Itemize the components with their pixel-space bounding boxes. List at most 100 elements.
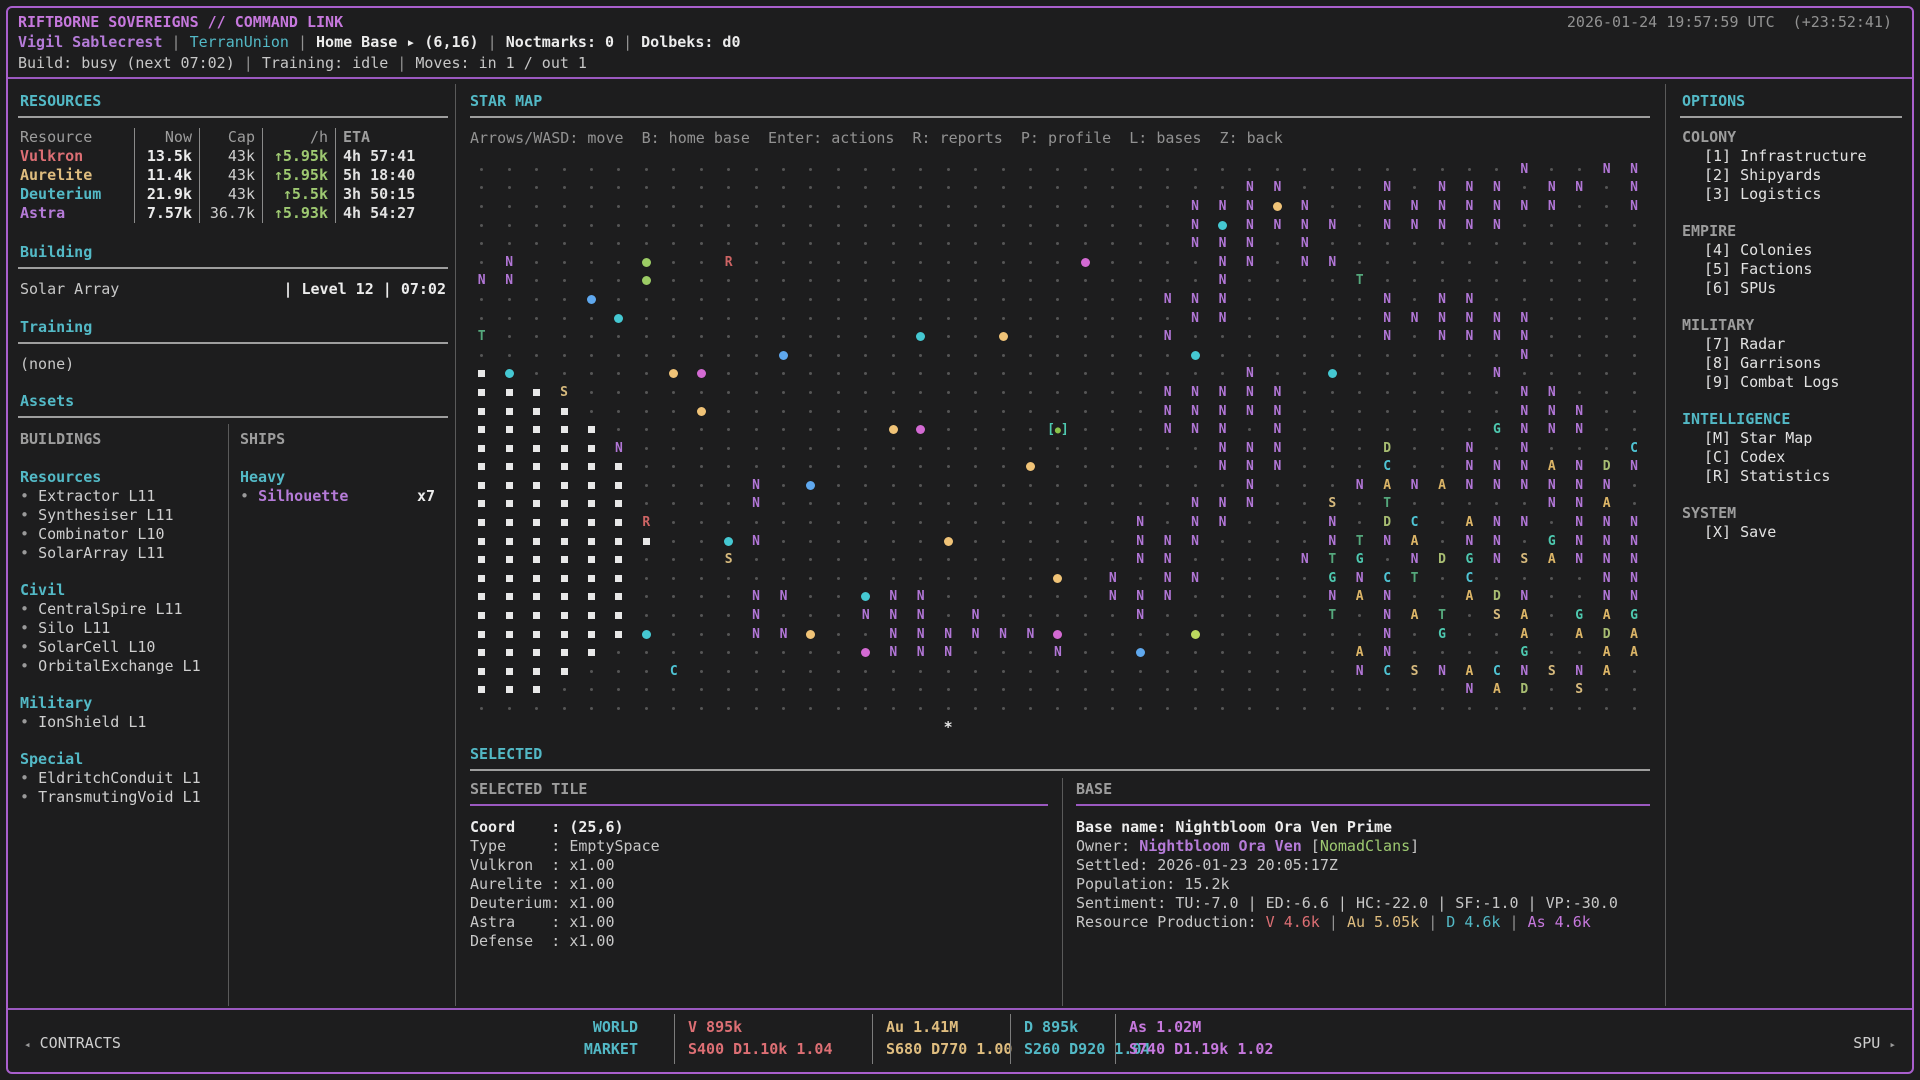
map-cell[interactable] bbox=[962, 439, 989, 458]
map-cell[interactable] bbox=[715, 699, 742, 718]
map-cell[interactable] bbox=[1127, 681, 1154, 700]
map-cell[interactable] bbox=[797, 681, 824, 700]
map-cell[interactable] bbox=[770, 662, 797, 681]
map-base-marker[interactable]: N bbox=[1154, 327, 1181, 346]
map-cell[interactable] bbox=[907, 160, 934, 179]
map-cell[interactable] bbox=[1346, 420, 1373, 439]
map-cell[interactable] bbox=[1099, 681, 1126, 700]
map-cell[interactable] bbox=[523, 588, 550, 607]
map-cell[interactable] bbox=[825, 569, 852, 588]
map-cell[interactable] bbox=[1154, 346, 1181, 365]
map-cell[interactable] bbox=[770, 253, 797, 272]
map-base-marker[interactable]: A bbox=[1511, 625, 1538, 644]
map-cell[interactable] bbox=[1456, 420, 1483, 439]
map-base-marker[interactable]: N bbox=[852, 606, 879, 625]
map-cell[interactable] bbox=[742, 346, 769, 365]
map-cell[interactable] bbox=[825, 253, 852, 272]
map-cell[interactable] bbox=[1127, 160, 1154, 179]
map-cell[interactable] bbox=[468, 532, 495, 551]
map-base-marker[interactable]: N bbox=[1456, 179, 1483, 198]
map-base-marker[interactable]: A bbox=[1456, 588, 1483, 607]
map-cell[interactable] bbox=[1127, 290, 1154, 309]
map-cell[interactable] bbox=[578, 439, 605, 458]
map-cell[interactable] bbox=[1044, 365, 1071, 384]
map-cell[interactable] bbox=[825, 699, 852, 718]
map-cell[interactable] bbox=[495, 643, 522, 662]
map-cell[interactable] bbox=[495, 681, 522, 700]
map-cell[interactable] bbox=[1154, 179, 1181, 198]
map-cell[interactable] bbox=[523, 458, 550, 477]
map-cell[interactable] bbox=[1428, 272, 1455, 291]
map-cell[interactable] bbox=[1291, 420, 1318, 439]
map-cell[interactable] bbox=[1209, 160, 1236, 179]
map-base-marker[interactable]: N bbox=[1236, 383, 1263, 402]
map-planet[interactable] bbox=[605, 309, 632, 328]
map-cell[interactable] bbox=[1483, 272, 1510, 291]
map-cell[interactable] bbox=[1072, 588, 1099, 607]
map-base-marker[interactable]: A bbox=[1593, 495, 1620, 514]
map-cell[interactable] bbox=[852, 160, 879, 179]
map-base-marker[interactable]: C bbox=[660, 662, 687, 681]
map-cell[interactable] bbox=[1017, 532, 1044, 551]
map-cell[interactable] bbox=[468, 216, 495, 235]
menu-item-garrisons[interactable]: [8] Garrisons bbox=[1682, 354, 1904, 373]
map-cell[interactable] bbox=[715, 197, 742, 216]
map-cell[interactable] bbox=[962, 179, 989, 198]
map-cell[interactable] bbox=[468, 365, 495, 384]
map-cell[interactable] bbox=[1209, 476, 1236, 495]
map-cell[interactable] bbox=[934, 402, 961, 421]
map-cell[interactable] bbox=[633, 179, 660, 198]
map-cell[interactable] bbox=[1620, 290, 1647, 309]
map-cell[interactable] bbox=[578, 569, 605, 588]
map-cell[interactable] bbox=[578, 458, 605, 477]
map-cell[interactable] bbox=[550, 588, 577, 607]
map-cell[interactable] bbox=[1209, 569, 1236, 588]
map-cell[interactable] bbox=[1236, 420, 1263, 439]
map-cell[interactable] bbox=[468, 309, 495, 328]
map-planet[interactable] bbox=[934, 532, 961, 551]
map-cell[interactable] bbox=[1236, 160, 1263, 179]
map-base-marker[interactable]: G bbox=[1319, 569, 1346, 588]
map-cell[interactable] bbox=[1593, 272, 1620, 291]
map-cell[interactable] bbox=[578, 681, 605, 700]
map-cell[interactable] bbox=[1373, 402, 1400, 421]
map-base-marker[interactable]: N bbox=[1181, 495, 1208, 514]
map-cell[interactable] bbox=[852, 550, 879, 569]
map-cell[interactable] bbox=[770, 699, 797, 718]
map-cell[interactable] bbox=[1291, 476, 1318, 495]
map-cell[interactable] bbox=[1127, 458, 1154, 477]
map-cell[interactable] bbox=[1017, 420, 1044, 439]
map-cell[interactable] bbox=[468, 160, 495, 179]
map-planet[interactable] bbox=[660, 365, 687, 384]
map-base-marker[interactable]: N bbox=[1154, 383, 1181, 402]
map-cell[interactable] bbox=[825, 643, 852, 662]
map-cell[interactable] bbox=[770, 309, 797, 328]
map-cell[interactable] bbox=[1401, 439, 1428, 458]
map-cell[interactable] bbox=[1017, 309, 1044, 328]
map-cell[interactable] bbox=[1099, 234, 1126, 253]
map-cell[interactable] bbox=[742, 681, 769, 700]
map-cell[interactable] bbox=[1072, 513, 1099, 532]
map-cell[interactable] bbox=[962, 550, 989, 569]
menu-item-infrastructure[interactable]: [1] Infrastructure bbox=[1682, 147, 1904, 166]
map-cell[interactable] bbox=[523, 197, 550, 216]
map-base-marker[interactable]: N bbox=[742, 588, 769, 607]
map-cell[interactable] bbox=[1072, 569, 1099, 588]
map-cell[interactable] bbox=[1291, 625, 1318, 644]
map-cell[interactable] bbox=[1291, 179, 1318, 198]
map-cell[interactable] bbox=[1127, 495, 1154, 514]
map-base-marker[interactable]: N bbox=[880, 588, 907, 607]
map-base-marker[interactable]: D bbox=[1593, 458, 1620, 477]
map-cell[interactable] bbox=[962, 532, 989, 551]
map-cell[interactable] bbox=[1044, 234, 1071, 253]
map-base-marker[interactable]: N bbox=[1154, 290, 1181, 309]
map-cell[interactable] bbox=[1127, 216, 1154, 235]
map-cell[interactable] bbox=[495, 476, 522, 495]
map-cell[interactable] bbox=[880, 532, 907, 551]
map-cell[interactable] bbox=[1072, 439, 1099, 458]
map-cell[interactable] bbox=[934, 513, 961, 532]
map-cell[interactable] bbox=[1154, 439, 1181, 458]
map-planet[interactable] bbox=[1044, 569, 1071, 588]
map-base-marker[interactable]: N bbox=[1428, 327, 1455, 346]
map-cell[interactable] bbox=[1566, 383, 1593, 402]
